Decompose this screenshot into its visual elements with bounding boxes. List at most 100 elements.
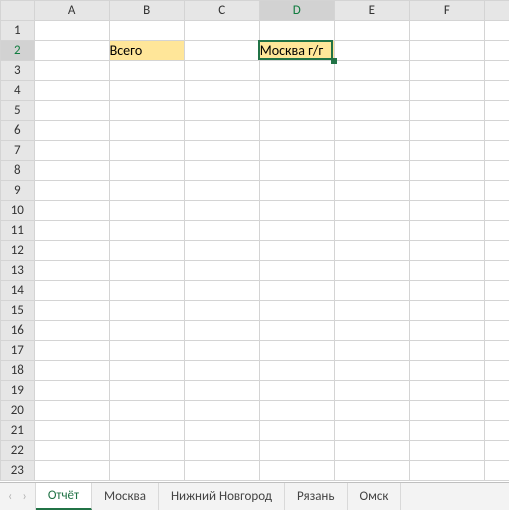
cell-G7[interactable] [484, 141, 509, 161]
row-header-8[interactable]: 8 [1, 161, 35, 181]
cell-G18[interactable] [484, 361, 509, 381]
cell-A21[interactable] [34, 421, 109, 441]
row-header-14[interactable]: 14 [1, 281, 35, 301]
cell-F11[interactable] [409, 221, 484, 241]
cell-F20[interactable] [409, 401, 484, 421]
cell-G23[interactable] [484, 461, 509, 481]
cell-C16[interactable] [184, 321, 259, 341]
cell-B20[interactable] [109, 401, 184, 421]
cell-A3[interactable] [34, 61, 109, 81]
cell-D6[interactable] [259, 121, 334, 141]
tab-prev-icon[interactable]: ‹ [8, 489, 12, 504]
cell-C23[interactable] [184, 461, 259, 481]
row-header-3[interactable]: 3 [1, 61, 35, 81]
sheet-tab-3[interactable]: Рязань [285, 483, 348, 510]
cell-G9[interactable] [484, 181, 509, 201]
cell-A15[interactable] [34, 301, 109, 321]
cell-E5[interactable] [334, 101, 409, 121]
cell-G13[interactable] [484, 261, 509, 281]
cell-B4[interactable] [109, 81, 184, 101]
row-header-16[interactable]: 16 [1, 321, 35, 341]
cell-C15[interactable] [184, 301, 259, 321]
cell-F4[interactable] [409, 81, 484, 101]
cell-D9[interactable] [259, 181, 334, 201]
cell-B5[interactable] [109, 101, 184, 121]
row-header-17[interactable]: 17 [1, 341, 35, 361]
cell-E12[interactable] [334, 241, 409, 261]
cell-C6[interactable] [184, 121, 259, 141]
sheet-tab-0[interactable]: Отчёт [36, 483, 92, 510]
cell-D22[interactable] [259, 441, 334, 461]
row-header-21[interactable]: 21 [1, 421, 35, 441]
cell-C22[interactable] [184, 441, 259, 461]
row-header-9[interactable]: 9 [1, 181, 35, 201]
cell-A4[interactable] [34, 81, 109, 101]
cell-G11[interactable] [484, 221, 509, 241]
cell-G17[interactable] [484, 341, 509, 361]
cell-A18[interactable] [34, 361, 109, 381]
cell-A11[interactable] [34, 221, 109, 241]
cell-C17[interactable] [184, 341, 259, 361]
cell-B17[interactable] [109, 341, 184, 361]
row-header-15[interactable]: 15 [1, 301, 35, 321]
cell-E11[interactable] [334, 221, 409, 241]
cell-C9[interactable] [184, 181, 259, 201]
sheet-tab-2[interactable]: Нижний Новгород [159, 483, 285, 510]
cell-B19[interactable] [109, 381, 184, 401]
cell-C19[interactable] [184, 381, 259, 401]
cell-C1[interactable] [184, 21, 259, 41]
cell-G5[interactable] [484, 101, 509, 121]
row-header-2[interactable]: 2 [1, 41, 35, 61]
cell-F22[interactable] [409, 441, 484, 461]
cell-C12[interactable] [184, 241, 259, 261]
cell-B21[interactable] [109, 421, 184, 441]
cell-B14[interactable] [109, 281, 184, 301]
cell-F17[interactable] [409, 341, 484, 361]
cell-A10[interactable] [34, 201, 109, 221]
cell-G2[interactable] [484, 41, 509, 61]
cell-C14[interactable] [184, 281, 259, 301]
cell-D21[interactable] [259, 421, 334, 441]
fill-handle[interactable] [331, 58, 337, 64]
cell-D18[interactable] [259, 361, 334, 381]
cell-F14[interactable] [409, 281, 484, 301]
cell-D1[interactable] [259, 21, 334, 41]
cell-F13[interactable] [409, 261, 484, 281]
row-header-4[interactable]: 4 [1, 81, 35, 101]
cell-F21[interactable] [409, 421, 484, 441]
cell-C10[interactable] [184, 201, 259, 221]
cell-D15[interactable] [259, 301, 334, 321]
cell-E4[interactable] [334, 81, 409, 101]
row-header-6[interactable]: 6 [1, 121, 35, 141]
cell-E22[interactable] [334, 441, 409, 461]
cell-F18[interactable] [409, 361, 484, 381]
cell-C2[interactable] [184, 41, 259, 61]
cell-E19[interactable] [334, 381, 409, 401]
cell-E17[interactable] [334, 341, 409, 361]
select-all-corner[interactable] [1, 1, 35, 21]
cell-G21[interactable] [484, 421, 509, 441]
cell-C11[interactable] [184, 221, 259, 241]
cell-E9[interactable] [334, 181, 409, 201]
cell-E10[interactable] [334, 201, 409, 221]
cell-G12[interactable] [484, 241, 509, 261]
cell-E13[interactable] [334, 261, 409, 281]
cell-G14[interactable] [484, 281, 509, 301]
cell-C5[interactable] [184, 101, 259, 121]
cell-F23[interactable] [409, 461, 484, 481]
cell-G19[interactable] [484, 381, 509, 401]
cell-B18[interactable] [109, 361, 184, 381]
cell-F3[interactable] [409, 61, 484, 81]
row-header-23[interactable]: 23 [1, 461, 35, 481]
sheet-tab-1[interactable]: Москва [92, 483, 159, 510]
cell-G15[interactable] [484, 301, 509, 321]
cell-G3[interactable] [484, 61, 509, 81]
cell-D11[interactable] [259, 221, 334, 241]
cell-B2[interactable]: Всего [109, 41, 184, 61]
cell-F16[interactable] [409, 321, 484, 341]
cell-E2[interactable] [334, 41, 409, 61]
row-header-7[interactable]: 7 [1, 141, 35, 161]
cell-E23[interactable] [334, 461, 409, 481]
row-header-20[interactable]: 20 [1, 401, 35, 421]
tab-next-icon[interactable]: › [22, 489, 26, 504]
